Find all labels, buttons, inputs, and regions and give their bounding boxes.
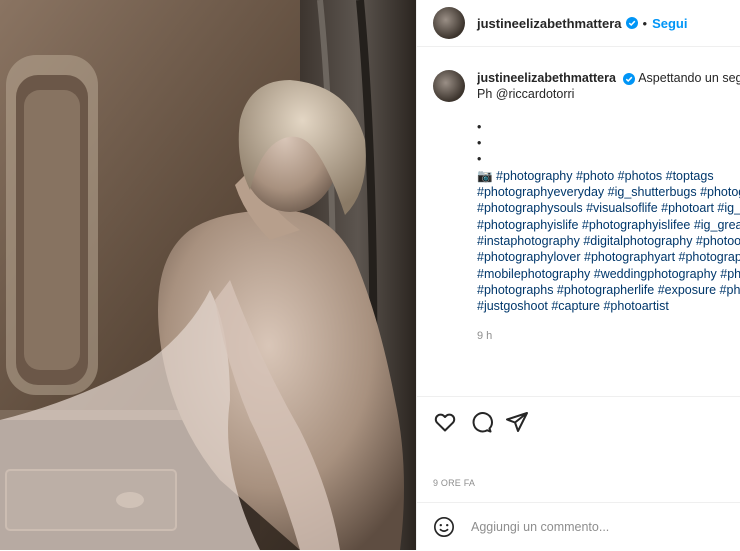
- follow-button[interactable]: Segui: [652, 16, 687, 31]
- caption-text: justineelizabethmattera Aspettando un se…: [477, 70, 740, 345]
- verified-badge-icon: [623, 72, 636, 85]
- caption-line-1: Ph @riccardotorri: [477, 87, 575, 102]
- caption-line-6[interactable]: 📷 #photography #photo #photos #toptags: [477, 168, 740, 184]
- paper-plane-icon[interactable]: [505, 410, 529, 434]
- avatar[interactable]: [433, 7, 465, 39]
- caption: justineelizabethmattera Aspettando un se…: [433, 70, 740, 345]
- caption-line-0: Aspettando un segno: [638, 71, 740, 85]
- caption-timestamp: 9 h: [477, 330, 493, 343]
- action-bar: [417, 396, 740, 451]
- caption-line-2: [477, 103, 740, 119]
- caption-line-3: •: [477, 119, 482, 134]
- comment-icon[interactable]: [469, 410, 493, 434]
- caption-username[interactable]: justineelizabethmattera: [477, 71, 616, 85]
- caption-line-13[interactable]: #photographs #photographerlife #exposure…: [477, 282, 740, 298]
- caption-line-7[interactable]: #photographyeveryday #ig_shutterbugs #ph…: [477, 184, 740, 200]
- caption-line-11[interactable]: #photographylover #photographyart #photo…: [477, 249, 740, 265]
- verified-badge-icon: [625, 17, 638, 29]
- caption-line-12[interactable]: #mobilephotography #weddingphotography #…: [477, 266, 740, 282]
- caption-line-9[interactable]: #photographyislife #photographyislifee #…: [477, 217, 740, 233]
- post-photo[interactable]: [0, 0, 416, 550]
- caption-line-10[interactable]: #instaphotography #digitalphotography #p…: [477, 233, 740, 249]
- post-header: justineelizabethmattera • Segui: [417, 0, 740, 47]
- post-sidebar: justineelizabethmattera • Segui justinee…: [416, 0, 740, 550]
- post-image: [0, 0, 416, 550]
- username[interactable]: justineelizabethmattera: [477, 16, 622, 31]
- heart-icon[interactable]: [433, 410, 457, 434]
- comment-bar: [417, 502, 740, 551]
- caption-line-5: •: [477, 152, 482, 167]
- caption-line-4: •: [477, 136, 482, 151]
- caption-line-8[interactable]: #photographysouls #visualsoflife #photoa…: [477, 200, 740, 216]
- comment-input[interactable]: [469, 519, 723, 535]
- caption-line-14[interactable]: #justgoshoot #capture #photoartist: [477, 298, 740, 314]
- caption-avatar[interactable]: [433, 70, 465, 102]
- separator-dot: •: [642, 15, 648, 31]
- emoji-icon[interactable]: [433, 516, 455, 538]
- posted-ago: 9 ORE FA: [433, 478, 476, 488]
